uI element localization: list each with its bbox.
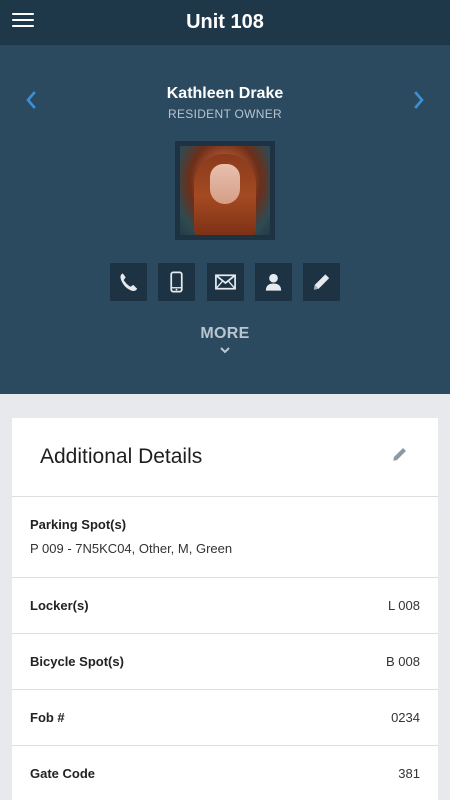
parking-spots-value: P 009 - 7N5KC04, Other, M, Green <box>30 541 233 556</box>
phone-icon <box>120 273 138 292</box>
gate-code-value: 381 <box>398 766 420 781</box>
resident-profile-header: Kathleen Drake RESIDENT OWNER MORE <box>0 45 450 394</box>
card-header: Additional Details <box>12 418 438 497</box>
view-contact-button[interactable] <box>255 263 292 301</box>
mobile-icon <box>170 271 183 293</box>
top-app-bar: Unit 108 <box>0 0 450 45</box>
bicycle-spots-value: B 008 <box>386 654 420 669</box>
lockers-value: L 008 <box>387 598 420 613</box>
edit-details-pencil-icon[interactable] <box>391 445 409 463</box>
gate-code-label: Gate Code <box>30 766 96 781</box>
resident-name: Kathleen Drake <box>166 85 284 102</box>
card-title: Additional Details <box>40 445 203 468</box>
page-title: Unit 108 <box>186 11 264 33</box>
chevron-down-icon <box>220 347 230 354</box>
more-label: MORE <box>200 325 250 342</box>
fob-value: 0234 <box>391 710 420 725</box>
parking-spots-label: Parking Spot(s) <box>30 517 127 532</box>
edit-resident-button[interactable] <box>303 263 340 301</box>
resident-role: RESIDENT OWNER <box>168 107 282 121</box>
contact-actions <box>110 263 340 301</box>
mail-icon <box>215 274 236 290</box>
gate-code-row[interactable]: Gate Code 381 <box>12 746 438 800</box>
lockers-row[interactable]: Locker(s) L 008 <box>12 578 438 634</box>
resident-photo-frame <box>175 141 275 240</box>
send-email-button[interactable] <box>207 263 244 301</box>
more-toggle[interactable]: MORE <box>175 325 275 365</box>
additional-details-card: Additional Details Parking Spot(s) P 009… <box>12 418 438 800</box>
fob-label: Fob # <box>30 710 65 725</box>
parking-spots-row[interactable]: Parking Spot(s) P 009 - 7N5KC04, Other, … <box>12 497 438 578</box>
bicycle-spots-row[interactable]: Bicycle Spot(s) B 008 <box>12 634 438 690</box>
fob-row[interactable]: Fob # 0234 <box>12 690 438 746</box>
bicycle-spots-label: Bicycle Spot(s) <box>30 654 124 669</box>
pencil-icon <box>313 274 330 290</box>
person-icon <box>265 273 282 291</box>
resident-avatar[interactable] <box>180 146 270 235</box>
call-phone-button[interactable] <box>110 263 147 301</box>
call-mobile-button[interactable] <box>158 263 195 301</box>
lockers-label: Locker(s) <box>30 598 89 613</box>
